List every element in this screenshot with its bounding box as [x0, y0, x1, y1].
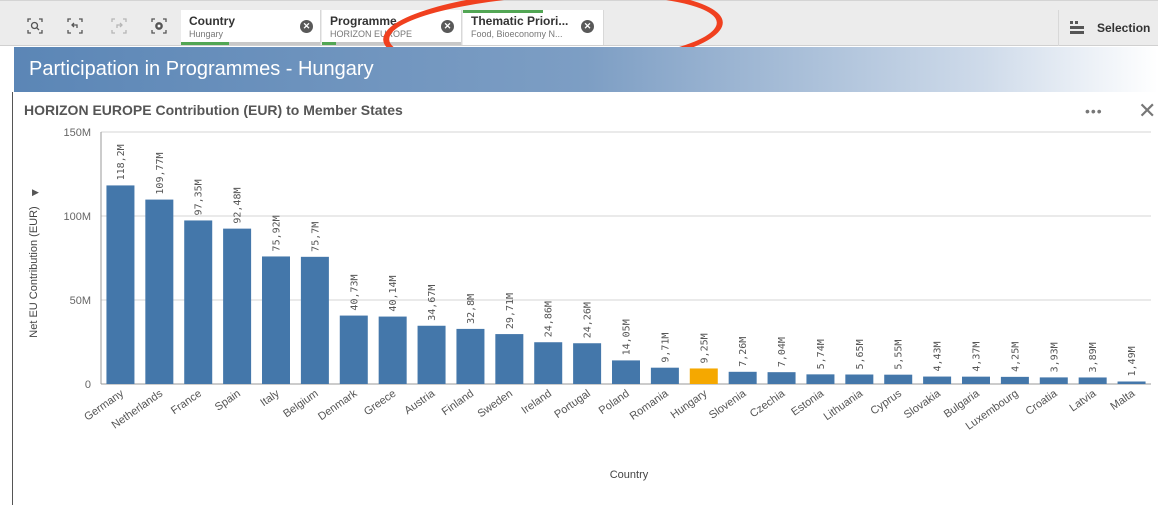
data-label: 4,43M — [933, 341, 944, 371]
data-label: 5,74M — [816, 339, 827, 369]
bar-chart: 050M100M150M118,2MGermany109,77MNetherla… — [63, 127, 1151, 433]
data-label: 3,93M — [1049, 342, 1060, 372]
x-tick-label: Sweden — [476, 388, 515, 421]
data-label: 4,37M — [972, 342, 983, 372]
data-label: 7,04M — [777, 337, 788, 367]
y-tick-label: 50M — [70, 295, 91, 307]
data-label: 29,71M — [505, 293, 516, 329]
x-tick-label: Finland — [440, 388, 476, 419]
bar[interactable] — [1039, 377, 1068, 384]
bar[interactable] — [1117, 381, 1146, 384]
data-label: 32,8M — [466, 294, 477, 324]
bar[interactable] — [728, 371, 757, 384]
x-tick-label: Portugal — [552, 388, 592, 421]
data-label: 24,26M — [583, 302, 594, 338]
data-label: 75,92M — [272, 215, 283, 251]
bar[interactable] — [417, 325, 446, 384]
bar[interactable] — [456, 328, 485, 384]
data-label: 118,2M — [116, 144, 127, 180]
bar[interactable] — [339, 315, 368, 384]
x-tick-label: Ireland — [520, 388, 554, 417]
x-tick-label: Denmark — [316, 387, 360, 423]
bar[interactable] — [378, 316, 407, 384]
bar[interactable] — [573, 343, 602, 384]
data-label: 7,26M — [738, 337, 749, 367]
x-tick-label: Belgium — [281, 388, 320, 421]
x-tick-label: Spain — [213, 388, 243, 414]
data-label: 75,7M — [310, 222, 321, 252]
data-label: 9,25M — [699, 333, 710, 363]
x-tick-label: Italy — [258, 387, 282, 409]
y-tick-label: 150M — [63, 127, 91, 139]
data-label: 14,05M — [622, 319, 633, 355]
bar[interactable] — [106, 185, 135, 384]
bar[interactable] — [884, 374, 913, 384]
bar[interactable] — [1078, 377, 1107, 384]
bar[interactable] — [689, 368, 718, 384]
bar[interactable] — [145, 199, 174, 384]
bar[interactable] — [223, 228, 252, 384]
x-tick-label: Slovenia — [707, 387, 749, 422]
data-label: 24,86M — [544, 301, 555, 337]
x-tick-label: Romania — [628, 387, 672, 423]
x-tick-label: Malta — [1108, 387, 1138, 413]
x-tick-label: Slovakia — [902, 387, 944, 421]
bar[interactable] — [184, 220, 213, 384]
data-label: 1,49M — [1127, 346, 1138, 376]
bar[interactable] — [923, 376, 952, 384]
bar[interactable] — [262, 256, 290, 384]
data-label: 3,89M — [1088, 342, 1099, 372]
x-tick-label: Lithuania — [822, 387, 866, 423]
bar[interactable] — [612, 360, 640, 384]
bar[interactable] — [300, 256, 329, 384]
data-label: 5,65M — [855, 339, 866, 369]
data-label: 109,77M — [155, 152, 166, 194]
data-label: 40,73M — [349, 274, 360, 310]
x-tick-label: Austria — [402, 387, 438, 417]
x-tick-label: France — [169, 388, 204, 417]
bar[interactable] — [962, 376, 990, 384]
bar[interactable] — [650, 367, 679, 384]
x-tick-label: Cyprus — [869, 387, 905, 417]
y-tick-label: 100M — [63, 211, 91, 223]
bar[interactable] — [495, 334, 524, 384]
bar[interactable] — [845, 374, 874, 384]
data-label: 5,55M — [894, 340, 905, 370]
bar[interactable] — [1000, 376, 1029, 384]
bar[interactable] — [534, 342, 563, 384]
x-tick-label: Croatia — [1024, 387, 1061, 418]
x-tick-label: Latvia — [1067, 387, 1099, 414]
x-tick-label: Hungary — [669, 387, 710, 421]
x-tick-label: Czechia — [748, 387, 788, 420]
y-tick-label: 0 — [85, 379, 91, 391]
data-label: 92,48M — [233, 188, 244, 224]
data-label: 4,25M — [1010, 342, 1021, 372]
x-tick-label: Greece — [362, 388, 398, 419]
data-label: 97,35M — [194, 179, 205, 215]
data-label: 9,71M — [660, 333, 671, 363]
data-label: 34,67M — [427, 285, 438, 321]
data-label: 40,14M — [388, 275, 399, 311]
bar[interactable] — [767, 372, 796, 384]
bar[interactable] — [806, 374, 835, 384]
